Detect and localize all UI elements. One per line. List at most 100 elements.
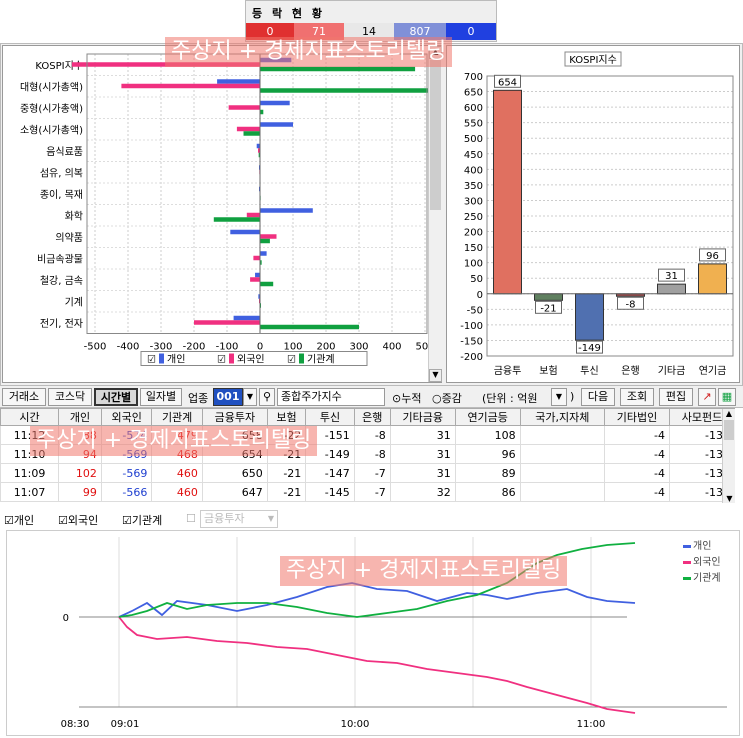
- check-institution[interactable]: ☑기관계: [122, 512, 162, 528]
- bar-개인: [260, 251, 267, 256]
- edit-button[interactable]: 편집: [659, 388, 693, 406]
- watermark: 주상지 + 경제지표스토리텔링: [165, 37, 452, 67]
- check-individual-label: 개인: [14, 514, 34, 527]
- radio-delta[interactable]: ○증감: [432, 390, 462, 406]
- table-cell: 460: [152, 464, 202, 483]
- category-label: 대형(시가총액): [20, 81, 83, 93]
- check-individual[interactable]: ☑개인: [4, 512, 34, 528]
- tab-by-day[interactable]: 일자별: [140, 388, 182, 406]
- bar-투신: [576, 294, 604, 340]
- tab-kosdaq[interactable]: 코스닥: [48, 388, 92, 406]
- column-header[interactable]: 개인: [59, 409, 102, 426]
- table-scrollbar[interactable]: ▲ ▼: [722, 409, 735, 503]
- watermark: 주상지 + 경제지표스토리텔링: [280, 556, 567, 586]
- column-header[interactable]: 국가,지자체: [520, 409, 604, 426]
- column-header[interactable]: 기타금융: [390, 409, 455, 426]
- scroll-down-icon[interactable]: ▼: [429, 369, 442, 382]
- value-label: -149: [578, 343, 601, 354]
- column-header[interactable]: 은행: [354, 409, 390, 426]
- query-button[interactable]: 조회: [620, 388, 654, 406]
- column-header[interactable]: 보험: [267, 409, 305, 426]
- legend-check: ☑: [287, 355, 296, 366]
- bar-연기금: [699, 264, 727, 294]
- column-header[interactable]: 투신: [306, 409, 354, 426]
- bar-외국인: [250, 277, 260, 282]
- y-tick-label: -200: [460, 352, 483, 363]
- table-cell: [520, 464, 604, 483]
- radio-cumulative[interactable]: ⊙누적: [392, 390, 421, 406]
- table-scroll-down-icon[interactable]: ▼: [723, 494, 736, 503]
- value-label: 31: [665, 271, 678, 282]
- y-tick-label: 400: [464, 165, 483, 176]
- table-cell: 86: [455, 483, 520, 502]
- legend-label: 개인: [167, 354, 185, 366]
- table-cell: 96: [455, 445, 520, 464]
- legend-swatch: [683, 577, 691, 580]
- table-row[interactable]: 11:09102-569460650-21-147-73189-4-132: [1, 464, 735, 483]
- updown-cell: 0: [446, 23, 496, 40]
- bar-기관계: [260, 88, 429, 93]
- bar-개인: [260, 208, 313, 213]
- table-cell: -566: [101, 483, 151, 502]
- table-scroll-up-icon[interactable]: ▲: [723, 409, 735, 418]
- bar-기관계: [244, 131, 261, 136]
- unit-dropdown-icon[interactable]: ▼: [551, 388, 567, 406]
- scroll-thumb[interactable]: [430, 60, 441, 210]
- value-label: -8: [626, 299, 636, 310]
- check-sub-disabled: ☐: [186, 512, 196, 525]
- bar-기관계: [260, 67, 415, 72]
- column-header[interactable]: 연기금등: [455, 409, 520, 426]
- table-cell: -8: [354, 426, 390, 445]
- column-header[interactable]: 금융투자: [202, 409, 267, 426]
- radio-delta-label: 증감: [442, 392, 462, 405]
- tab-kospi[interactable]: 거래소: [2, 388, 46, 406]
- y-tick-label: 150: [464, 243, 483, 254]
- dropdown-icon[interactable]: ▼: [243, 388, 257, 406]
- table-scroll-thumb[interactable]: [724, 420, 734, 440]
- x-tick-label: 10:00: [341, 719, 370, 730]
- x-tick-label: -200: [183, 342, 206, 353]
- sector-code[interactable]: 001: [213, 388, 243, 406]
- category-label: 화학: [65, 210, 83, 222]
- bar-개인: [255, 273, 260, 278]
- x-tick-label: -400: [117, 342, 140, 353]
- bar-기관계: [260, 282, 273, 287]
- y-tick-label: -150: [460, 336, 483, 347]
- value-label: 96: [706, 251, 719, 262]
- table-cell: -569: [101, 464, 151, 483]
- line-foreign: [119, 617, 635, 713]
- column-header[interactable]: 기관계: [152, 409, 202, 426]
- x-tick-label: 200: [316, 342, 335, 353]
- sector-name-field[interactable]: 종합주가지수: [277, 388, 385, 406]
- column-header[interactable]: 기타법인: [605, 409, 670, 426]
- category-label: 기계: [65, 296, 83, 308]
- category-label: 은행: [621, 365, 639, 377]
- x-tick-label: -100: [216, 342, 239, 353]
- excel-icon[interactable]: ▦: [718, 388, 736, 406]
- table-cell: -21: [267, 483, 305, 502]
- column-header[interactable]: 외국인: [101, 409, 151, 426]
- vertical-scrollbar[interactable]: ▲ ▼: [428, 46, 442, 382]
- y-tick-label: 700: [464, 72, 483, 83]
- x-tick-label: 500: [415, 342, 429, 353]
- bar-기관계: [260, 239, 270, 244]
- next-button[interactable]: 다음: [581, 388, 615, 406]
- category-label: 보험: [539, 365, 557, 377]
- tab-by-time[interactable]: 시간별: [94, 388, 138, 406]
- table-cell: -7: [354, 483, 390, 502]
- table-cell: 108: [455, 426, 520, 445]
- table-row[interactable]: 11:0799-566460647-21-145-73286-4-130: [1, 483, 735, 502]
- bar-외국인: [253, 256, 260, 261]
- legend-label: 기관계: [307, 354, 335, 366]
- x-tick-label: 300: [349, 342, 368, 353]
- table-cell: 99: [59, 483, 102, 502]
- table-cell: 89: [455, 464, 520, 483]
- legend-swatch: [229, 354, 234, 364]
- column-header[interactable]: 시간: [1, 409, 59, 426]
- search-icon[interactable]: ⚲: [259, 388, 275, 406]
- table-cell: 32: [390, 483, 455, 502]
- check-foreign[interactable]: ☑외국인: [58, 512, 98, 528]
- table-cell: -7: [354, 464, 390, 483]
- legend-swatch: [683, 561, 691, 564]
- chart-icon[interactable]: ↗: [698, 388, 716, 406]
